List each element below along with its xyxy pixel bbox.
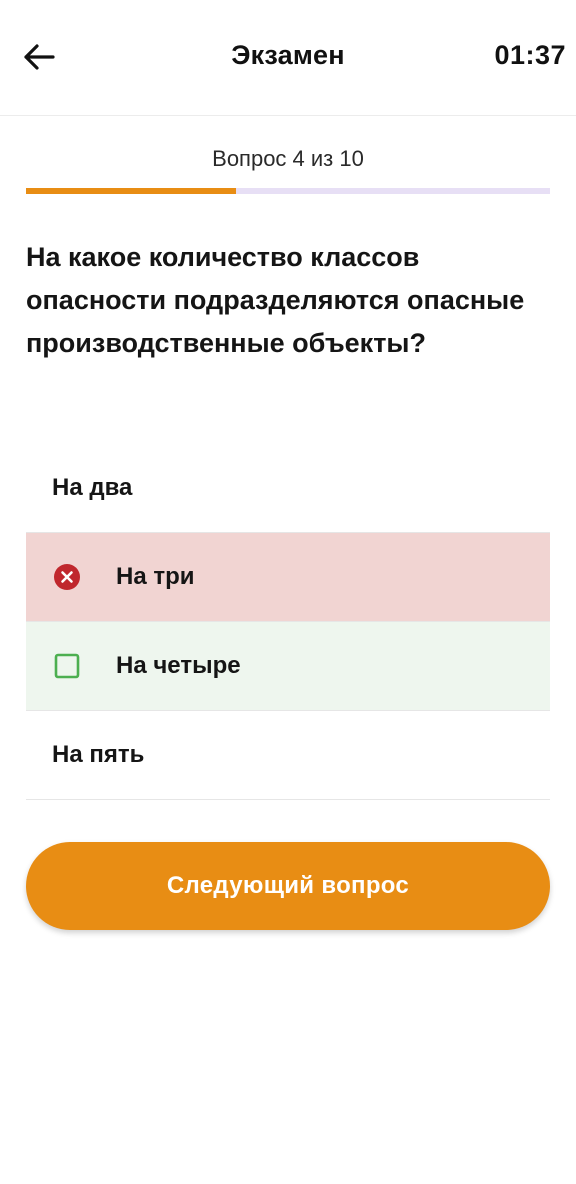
x-circle-icon [52, 562, 82, 592]
question-text: На какое количество классов опасности по… [26, 242, 525, 358]
progress-bar [26, 188, 550, 194]
answer-label: На четыре [116, 652, 241, 679]
app-header: Экзамен 01:37 [0, 0, 576, 116]
next-question-button[interactable]: Следующий вопрос [26, 842, 550, 930]
checkbox-icon [52, 651, 82, 681]
page-title: Экзамен [231, 40, 345, 70]
answer-label: На пять [52, 741, 145, 768]
exam-timer: 01:37 [494, 40, 566, 70]
answer-list: На два На три На четыре На пять [26, 444, 550, 800]
progress-bar-fill [26, 188, 236, 194]
answer-option-1[interactable]: На два [26, 444, 550, 533]
answer-label: На два [52, 474, 133, 501]
question-counter: Вопрос 4 из 10 [212, 146, 364, 171]
answer-option-4[interactable]: На пять [26, 711, 550, 800]
answer-label: На три [116, 563, 195, 590]
answer-option-2[interactable]: На три [26, 533, 550, 622]
answer-option-3[interactable]: На четыре [26, 622, 550, 711]
